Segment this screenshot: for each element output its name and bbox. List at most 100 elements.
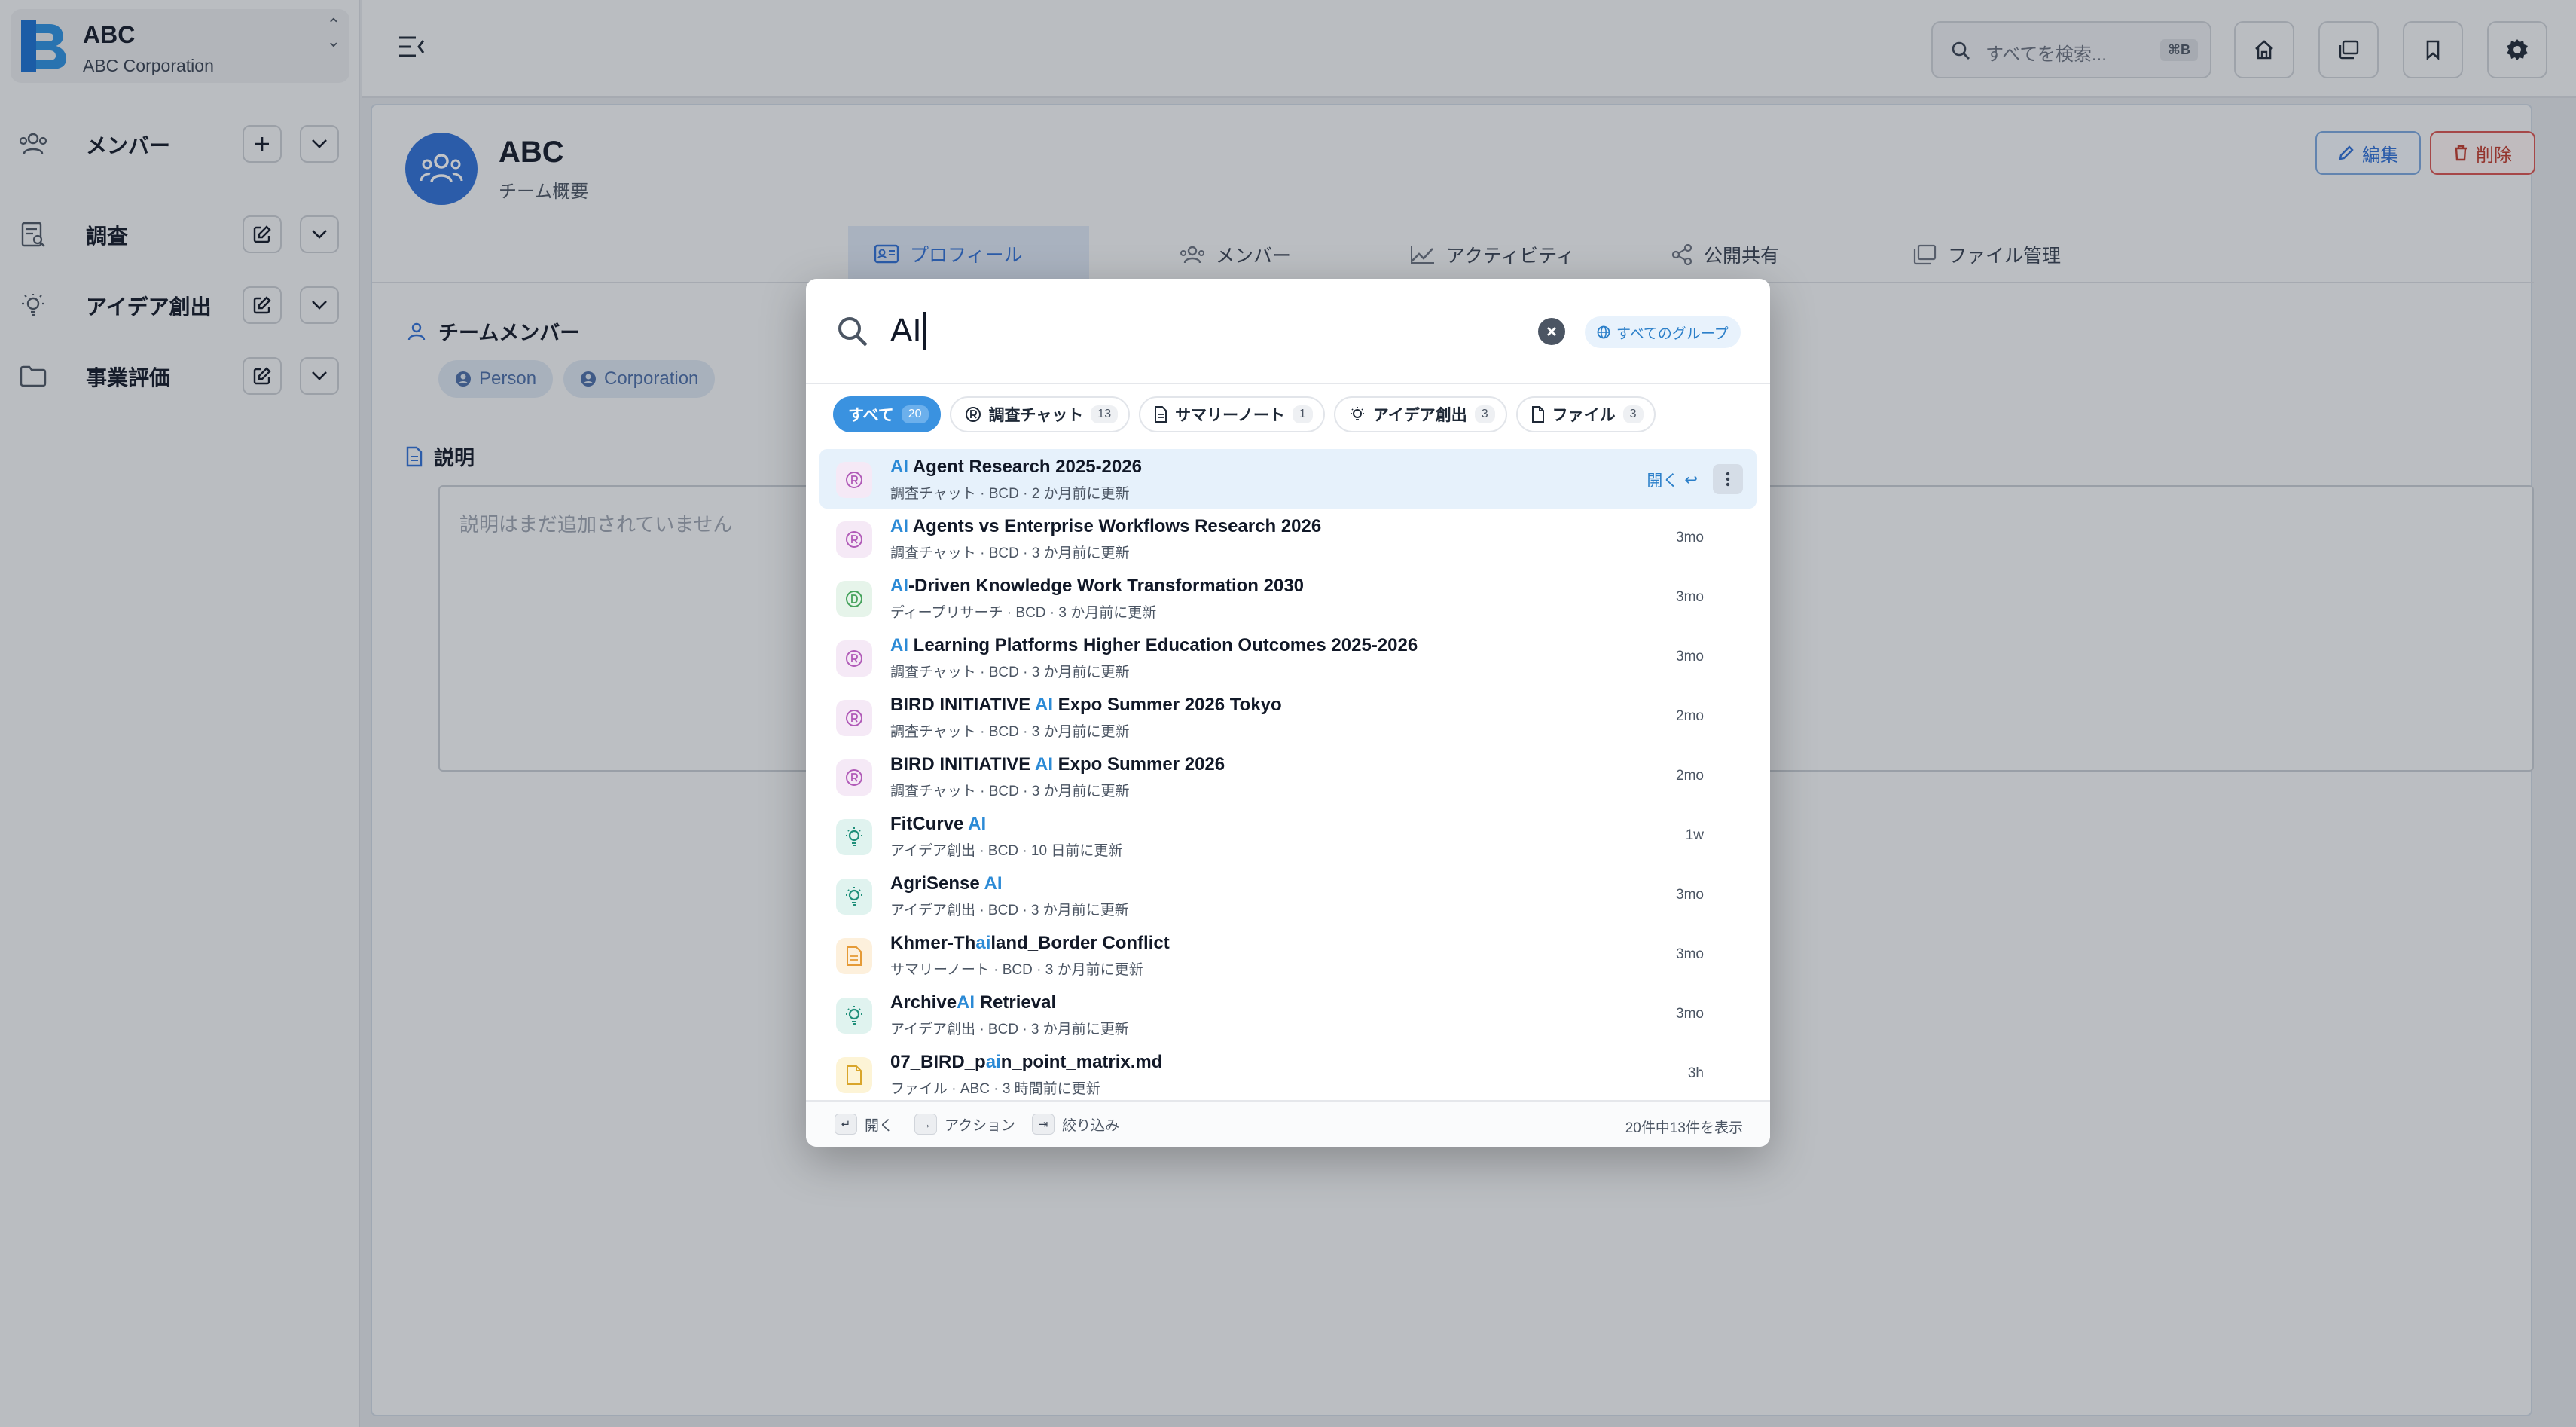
result-title: Khmer-Thailand_Border Conflict — [890, 933, 1170, 954]
enter-key-icon: ↵ — [835, 1114, 857, 1135]
title-prefix: AgriSense — [890, 873, 984, 894]
result-age: 3mo — [1676, 887, 1704, 903]
result-meta: ディープリサーチ · BCD · 3 か月前に更新 — [890, 605, 1157, 621]
result-meta: サマリーノート · BCD · 3 か月前に更新 — [890, 962, 1143, 978]
tab-key-icon: ⇥ — [1032, 1114, 1055, 1135]
scope-selector[interactable]: すべてのグループ — [1585, 316, 1741, 348]
clear-search-button[interactable] — [1538, 318, 1565, 345]
title-match-highlight: ai — [975, 933, 991, 953]
kebab-menu-icon — [1726, 472, 1730, 487]
title-prefix: BIRD INITIATIVE — [890, 695, 1035, 715]
research-chat-icon — [836, 700, 872, 736]
title-suffix: land_Border Conflict — [990, 933, 1170, 953]
enter-key-icon: ↩ — [1684, 471, 1698, 489]
scope-label: すべてのグループ — [1616, 325, 1729, 342]
title-match-highlight: AI — [968, 814, 987, 834]
title-match-highlight: AI — [890, 516, 908, 536]
research-chat-icon — [836, 462, 872, 498]
document-icon — [1155, 406, 1167, 423]
globe-icon — [1597, 325, 1610, 339]
search-result-row[interactable]: Khmer-Thailand_Border Conflict サマリーノート · … — [819, 925, 1757, 985]
filter-count: 20 — [901, 405, 929, 423]
hint-label: アクション — [945, 1117, 1016, 1134]
text-caret — [923, 312, 926, 350]
more-options-button[interactable] — [1713, 464, 1743, 494]
filter-count: 3 — [1622, 405, 1644, 423]
search-result-row[interactable]: FitCurve AI アイデア創出 · BCD · 10 日前に更新 1w — [819, 806, 1757, 866]
title-match-highlight: AI — [890, 576, 908, 596]
result-meta: アイデア創出 · BCD · 3 か月前に更新 — [890, 1022, 1129, 1037]
filter-chip-summary-note[interactable]: サマリーノート 1 — [1139, 396, 1325, 432]
research-chat-icon — [965, 407, 981, 422]
filter-chip-ideation[interactable]: アイデア創出 3 — [1333, 396, 1507, 432]
title-match-highlight: AI — [957, 992, 975, 1013]
filter-chip-all[interactable]: すべて 20 — [833, 396, 941, 432]
query-text: AI — [890, 312, 922, 349]
search-result-row[interactable]: AI Agents vs Enterprise Workflows Resear… — [819, 509, 1757, 568]
result-age: 3mo — [1676, 946, 1704, 962]
filter-label: ファイル — [1552, 407, 1616, 424]
result-age: 2mo — [1676, 708, 1704, 724]
close-icon — [1547, 327, 1556, 336]
title-match-highlight: AI — [890, 457, 908, 477]
palette-search-bar: AI すべてのグループ — [806, 279, 1770, 384]
title-suffix: n_point_matrix.md — [1000, 1052, 1163, 1072]
search-result-row[interactable]: AI-Driven Knowledge Work Transformation … — [819, 568, 1757, 628]
filter-label: サマリーノート — [1175, 407, 1285, 424]
hint-open: ↵ 開く — [835, 1114, 893, 1135]
filter-count: 1 — [1292, 405, 1313, 423]
palette-footer: ↵ 開く → アクション ⇥ 絞り込み 20件中13件を表示 — [806, 1100, 1770, 1147]
title-prefix: Khmer-Th — [890, 933, 976, 953]
search-result-row[interactable]: BIRD INITIATIVE AI Expo Summer 2026 調査チャッ… — [819, 747, 1757, 806]
lightbulb-icon — [836, 998, 872, 1034]
search-results-list: AI Agent Research 2025-2026 調査チャット · BCD … — [819, 449, 1757, 1104]
result-age: 3h — [1687, 1065, 1704, 1081]
research-chat-icon — [836, 759, 872, 796]
result-age: 3mo — [1676, 530, 1704, 545]
title-suffix: Agent Research 2025-2026 — [908, 457, 1142, 477]
filter-count: 13 — [1091, 405, 1119, 423]
result-count: 20件中13件を表示 — [1625, 1120, 1743, 1136]
lightbulb-icon — [1350, 407, 1364, 420]
filter-label: すべて — [848, 407, 894, 424]
search-result-row[interactable]: AI Agent Research 2025-2026 調査チャット · BCD … — [819, 449, 1757, 509]
search-result-row[interactable]: 07_BIRD_pain_point_matrix.md ファイル · ABC ·… — [819, 1044, 1757, 1104]
search-result-row[interactable]: AI Learning Platforms Higher Education O… — [819, 628, 1757, 687]
result-title: AgriSense AI — [890, 873, 1003, 894]
search-result-row[interactable]: ArchiveAI Retrieval アイデア創出 · BCD · 3 か月前に… — [819, 985, 1757, 1044]
lightbulb-icon — [836, 879, 872, 915]
title-match-highlight: AI — [890, 635, 908, 655]
palette-filter-chips: すべて 20 調査チャット 13 サマリーノート 1 アイデア創出 3 ファイル… — [833, 396, 1656, 434]
result-meta: アイデア創出 · BCD · 3 か月前に更新 — [890, 903, 1129, 918]
filter-chip-research-chat[interactable]: 調査チャット 13 — [949, 396, 1131, 432]
title-prefix: 07_BIRD_p — [890, 1052, 986, 1072]
result-meta: アイデア創出 · BCD · 10 日前に更新 — [890, 843, 1123, 859]
result-meta: 調査チャット · BCD · 3 か月前に更新 — [890, 545, 1130, 561]
result-meta: 調査チャット · BCD · 3 か月前に更新 — [890, 784, 1130, 799]
result-meta: ファイル · ABC · 3 時間前に更新 — [890, 1081, 1100, 1097]
title-suffix: Expo Summer 2026 — [1053, 754, 1225, 775]
result-title: FitCurve AI — [890, 814, 986, 835]
lightbulb-icon — [836, 819, 872, 855]
palette-search-input[interactable]: AI — [890, 304, 926, 357]
title-prefix: BIRD INITIATIVE — [890, 754, 1035, 775]
hint-action: → アクション — [914, 1114, 1015, 1135]
hint-label: 開く — [865, 1117, 894, 1134]
title-suffix: Learning Platforms Higher Education Outc… — [908, 635, 1418, 655]
research-chat-icon — [836, 640, 872, 677]
filter-count: 3 — [1474, 405, 1495, 423]
title-match-highlight: AI — [984, 873, 1003, 894]
file-icon — [1531, 406, 1544, 423]
result-age: 3mo — [1676, 589, 1704, 605]
hint-label: 絞り込み — [1062, 1117, 1120, 1134]
filter-chip-file[interactable]: ファイル 3 — [1515, 396, 1656, 432]
file-icon — [836, 1057, 872, 1093]
result-title: AI Learning Platforms Higher Education O… — [890, 635, 1418, 656]
result-age: 1w — [1685, 827, 1704, 843]
search-result-row[interactable]: AgriSense AI アイデア創出 · BCD · 3 か月前に更新 3mo — [819, 866, 1757, 925]
search-result-row[interactable]: BIRD INITIATIVE AI Expo Summer 2026 Toky… — [819, 687, 1757, 747]
research-chat-icon — [836, 521, 872, 558]
open-action[interactable]: 開く ↩ — [1647, 469, 1698, 491]
command-palette: AI すべてのグループ すべて 20 調査チャット 13 サマリーノート 1 ア… — [806, 279, 1770, 1147]
filter-label: アイデア創出 — [1372, 407, 1467, 424]
